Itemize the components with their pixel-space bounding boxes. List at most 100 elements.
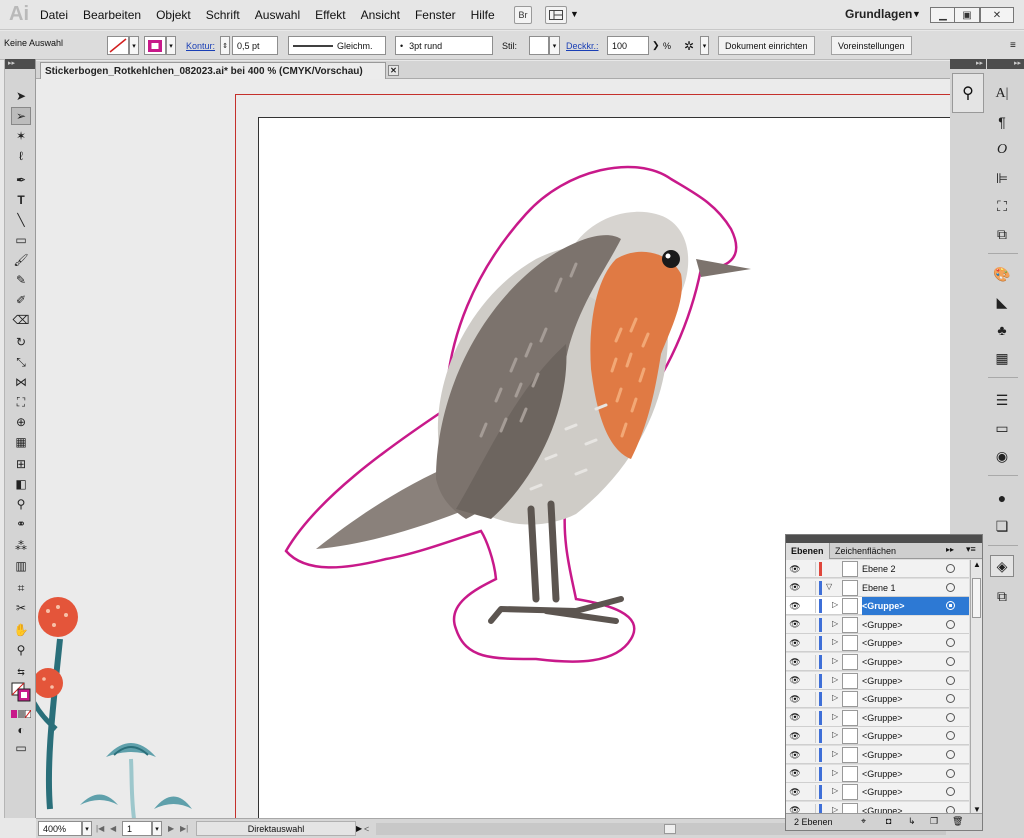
stroke-label[interactable]: Kontur: [186,36,215,55]
expand-triangle-icon[interactable]: ▷ [832,786,838,795]
sublayer-row[interactable]: 👁 ▷ <Gruppe> [786,671,969,690]
visibility-eye-icon[interactable]: 👁 [789,768,801,780]
style-swatch[interactable] [529,36,549,55]
layer-name[interactable]: <Gruppe> [862,746,903,764]
menu-bearbeiten[interactable]: Bearbeiten [83,8,141,22]
scrollbar-thumb[interactable] [664,824,676,834]
swap-fill-stroke-icon[interactable]: ⇆ [11,663,31,681]
lasso-tool-icon[interactable]: ℓ [11,147,31,165]
appearance-panel-icon[interactable]: ● [990,487,1014,509]
lock-toggle[interactable] [804,710,816,725]
paragraph-panel-icon[interactable]: ¶ [990,111,1014,133]
rotate-tool-icon[interactable]: ↻ [11,333,31,351]
direct-selection-tool-icon[interactable]: ➢ [11,107,31,125]
lock-toggle[interactable] [804,729,816,744]
expand-triangle-icon[interactable]: ▷ [832,675,838,684]
usb-link-icon[interactable]: ⚲ [952,73,984,113]
layer-name[interactable]: <Gruppe> [862,634,903,652]
expand-triangle-icon[interactable]: ▷ [832,619,838,628]
lock-toggle[interactable] [804,599,816,614]
menu-schrift[interactable]: Schrift [206,8,240,22]
perspective-grid-tool-icon[interactable]: ▦ [11,433,31,451]
lock-toggle[interactable] [804,673,816,688]
lock-toggle[interactable] [804,617,816,632]
opacity-label[interactable]: Deckkr.: [566,36,599,55]
layers-scrollbar[interactable]: ▲ ▼ [970,560,982,814]
layers-panel-icon[interactable]: ◈ [990,555,1014,577]
pencil-tool-icon[interactable]: ✎ [11,271,31,289]
workspace-switcher[interactable]: Grundlagen [845,7,912,21]
target-circle-icon[interactable] [946,787,955,797]
color-guide-panel-icon[interactable]: ◣ [990,291,1014,313]
paintbrush-tool-icon[interactable]: 🖌 [11,251,31,269]
collapse-triangle-icon[interactable]: ▽ [826,582,832,591]
lock-toggle[interactable] [804,748,816,762]
artboard-dropdown[interactable]: ▾ [152,821,162,836]
lock-toggle[interactable] [804,785,816,800]
sublayer-row[interactable]: 👁 ▷ <Gruppe> [786,764,969,783]
style-dropdown[interactable]: ▾ [549,36,560,55]
tools-panel-header[interactable]: ▸▸ [5,59,35,69]
zoom-level-field[interactable]: 400% [38,821,82,836]
fill-stroke-proxy[interactable] [11,681,31,703]
blend-tool-icon[interactable]: ⚭ [11,515,31,533]
lock-toggle[interactable] [804,636,816,651]
recolor-icon[interactable]: ✲ [684,36,694,55]
symbol-sprayer-tool-icon[interactable]: ⁂ [11,537,31,555]
target-circle-icon[interactable] [946,731,955,741]
pen-tool-icon[interactable]: ✒ [11,171,31,189]
drawing-mode-icon[interactable]: ◐ [11,721,31,739]
eraser-tool-icon[interactable]: ⌫ [11,311,31,329]
preferences-button[interactable]: Voreinstellungen [831,36,912,55]
first-artboard-icon[interactable]: |◀ [96,821,104,836]
lock-toggle[interactable] [804,766,816,781]
stroke-weight-stepper[interactable]: ⇕ [220,36,230,55]
visibility-eye-icon[interactable]: 👁 [789,675,801,687]
expand-triangle-icon[interactable]: ▷ [832,730,838,739]
expand-triangle-icon[interactable]: ▷ [832,749,838,758]
artboards-panel-icon[interactable]: ⧉ [990,585,1014,607]
visibility-eye-icon[interactable]: 👁 [789,712,801,724]
menu-auswahl[interactable]: Auswahl [255,8,300,22]
opentype-panel-icon[interactable]: O [990,139,1014,161]
sublayer-row[interactable]: 👁 ▷ <Gruppe> [786,708,969,727]
current-tool-status[interactable]: Direktauswahl [196,821,356,836]
minimize-button[interactable]: ▁ [930,7,956,23]
visibility-eye-icon[interactable]: 👁 [789,619,801,631]
maximize-button[interactable]: ▣ [954,7,980,23]
layer-row[interactable]: 👁 Ebene 2 [786,560,969,578]
color-panel-icon[interactable]: 🎨 [990,263,1014,285]
target-circle-icon[interactable] [946,638,955,648]
locate-object-icon[interactable]: ⌖ [861,816,866,827]
chevron-down-icon[interactable]: ▼ [912,9,921,19]
target-circle-icon[interactable] [946,694,955,704]
sublayer-row[interactable]: 👁 ▷ <Gruppe> [786,783,969,802]
create-layer-icon[interactable]: ❐ [930,816,938,827]
layer-row[interactable]: 👁 ▽ Ebene 1 [786,578,969,597]
layers-scroll-thumb[interactable] [972,578,981,618]
menu-fenster[interactable]: Fenster [415,8,456,22]
magic-wand-tool-icon[interactable]: ✶ [11,127,31,145]
shape-builder-tool-icon[interactable]: ⊕ [11,413,31,431]
lock-toggle[interactable] [804,580,816,595]
previous-artboard-icon[interactable]: ◀ [110,821,116,836]
fill-dropdown[interactable]: ▾ [129,36,139,55]
last-artboard-icon[interactable]: ▶| [180,821,188,836]
layer-name[interactable]: <Gruppe> [862,727,903,745]
menu-objekt[interactable]: Objekt [156,8,191,22]
scroll-left-icon[interactable]: < [364,821,369,836]
symbols-panel-icon[interactable]: ♣ [990,319,1014,341]
stroke-swatch[interactable] [144,36,166,55]
create-sublayer-icon[interactable]: ↳ [908,816,916,827]
dock-collapse-right[interactable]: ▸▸ [987,59,1024,69]
stroke-weight-field[interactable]: 0,5 pt [232,36,278,55]
tab-layers[interactable]: Ebenen [786,543,830,559]
target-circle-icon[interactable] [946,750,955,759]
sublayer-row[interactable]: 👁 ▷ <Gruppe> [786,597,969,616]
sublayer-row[interactable]: 👁 ▷ <Gruppe> [786,746,969,764]
menu-ansicht[interactable]: Ansicht [361,8,400,22]
slice-tool-icon[interactable]: ✂ [11,599,31,617]
zoom-tool-icon[interactable]: ⚲ [11,641,31,659]
chevron-down-icon[interactable]: ▼ [570,9,579,19]
selection-tool-icon[interactable]: ➤ [11,87,31,105]
